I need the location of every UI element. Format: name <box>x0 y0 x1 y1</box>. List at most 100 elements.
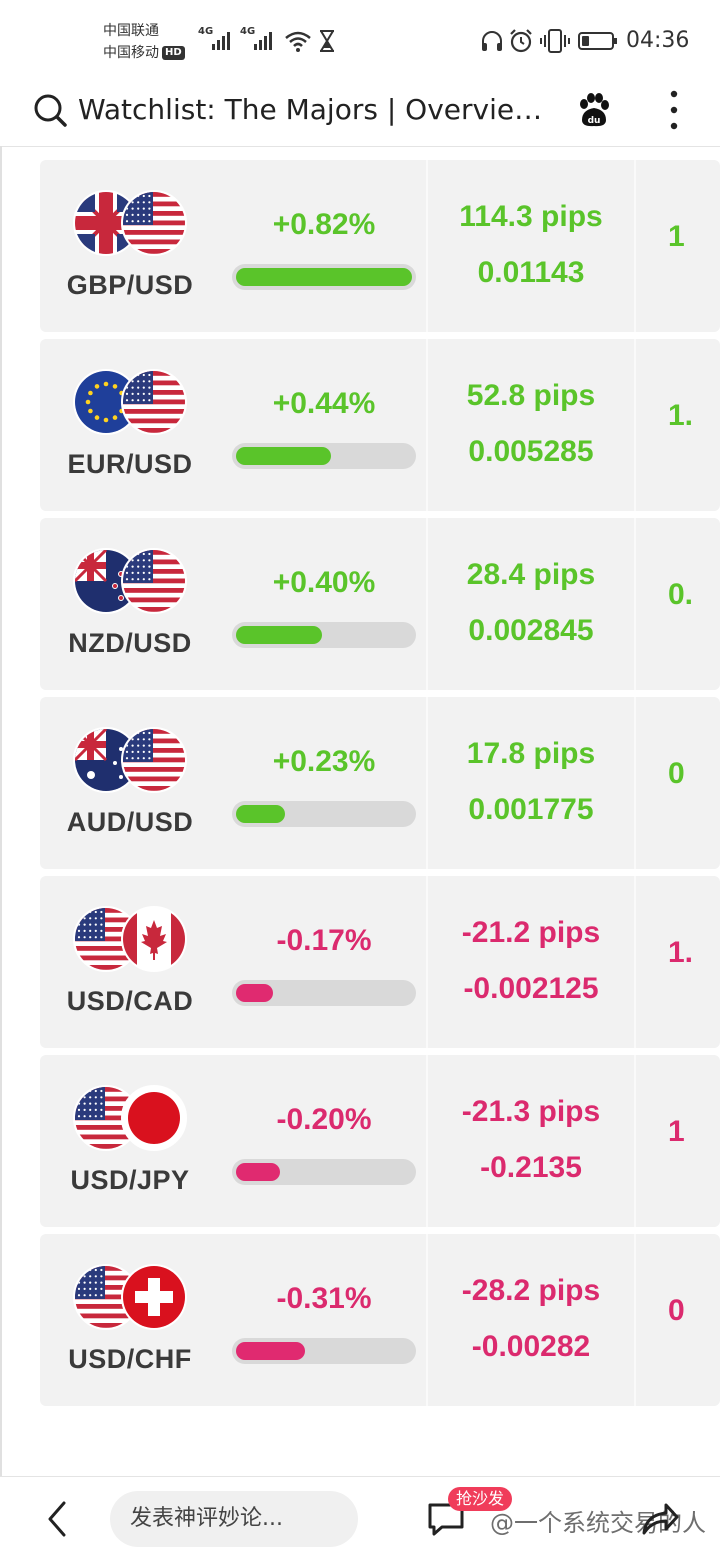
decimal-change: -0.002125 <box>463 972 599 1005</box>
currency-pair: USD/CAD <box>66 986 194 1016</box>
ca-flag-icon <box>121 906 187 972</box>
us-flag-icon <box>121 369 187 435</box>
table-row[interactable]: USD/CHF -0.31% -28.2 pips -0.00282 0 <box>40 1234 720 1406</box>
clipped-value: 1. <box>668 936 694 969</box>
share-icon[interactable] <box>640 1499 680 1539</box>
network-type-1: 4G <box>198 26 214 37</box>
pips-value: 114.3 pips <box>459 200 603 233</box>
currency-pair: USD/JPY <box>70 1165 190 1195</box>
us-flag-icon <box>121 548 187 614</box>
clipped-value: 0. <box>668 578 694 611</box>
hourglass-icon <box>320 30 334 52</box>
clipped-value: 1 <box>668 1115 685 1148</box>
vibrate-icon <box>540 29 570 53</box>
network-type-2: 4G <box>240 26 256 37</box>
currency-flags <box>73 190 193 256</box>
percent-change: +0.23% <box>272 745 376 778</box>
clipped-value: 1 <box>668 220 685 253</box>
table-row[interactable]: NZD/USD +0.40% 28.4 pips 0.002845 0. <box>40 518 720 690</box>
wifi-icon <box>285 31 311 52</box>
currency-pair: AUD/USD <box>66 807 194 837</box>
decimal-change: -0.00282 <box>471 1330 591 1363</box>
title-bar: Watchlist: The Majors | Overvie… du <box>0 80 720 147</box>
table-row[interactable]: GBP/USD +0.82% 114.3 pips 0.01143 1 <box>40 160 720 332</box>
currency-flags <box>73 369 193 435</box>
pips-cell: -28.2 pips -0.00282 <box>426 1234 636 1406</box>
percent-change: -0.31% <box>276 1282 372 1315</box>
percent-change: +0.82% <box>272 208 376 241</box>
change-bar-fill <box>236 984 273 1002</box>
change-bar <box>232 801 416 827</box>
pips-cell: -21.3 pips -0.2135 <box>426 1055 636 1227</box>
bottom-bar: 发表神评妙论... 抢沙发 @一个系统交易的人 <box>0 1476 720 1561</box>
change-bar-fill <box>236 1342 305 1360</box>
us-flag-icon <box>121 727 187 793</box>
table-row[interactable]: USD/JPY -0.20% -21.3 pips -0.2135 1 <box>40 1055 720 1227</box>
percent-change: +0.44% <box>272 387 376 420</box>
change-bar <box>232 1338 416 1364</box>
baidu-paw-icon[interactable]: du <box>574 90 614 130</box>
clipped-value: 0 <box>668 1294 685 1327</box>
pips-value: -28.2 pips <box>461 1274 601 1307</box>
status-bar: 中国联通 中国移动 HD 4G 4G 04:36 <box>0 0 720 80</box>
page-title[interactable]: Watchlist: The Majors | Overvie… <box>78 92 548 128</box>
battery-icon <box>578 32 617 50</box>
percent-change: -0.17% <box>276 924 372 957</box>
change-bar <box>232 1159 416 1185</box>
clipped-value: 0 <box>668 757 685 790</box>
watchlist-table[interactable]: GBP/USD +0.82% 114.3 pips 0.01143 1 EUR/… <box>0 146 720 1476</box>
currency-pair: NZD/USD <box>68 628 192 658</box>
pips-cell: 17.8 pips 0.001775 <box>426 697 636 869</box>
change-bar <box>232 264 416 290</box>
table-row[interactable]: AUD/USD +0.23% 17.8 pips 0.001775 0 <box>40 697 720 869</box>
change-bar-fill <box>236 626 323 644</box>
more-vertical-icon[interactable] <box>664 88 684 132</box>
decimal-change: 0.001775 <box>468 793 594 826</box>
alarm-icon <box>510 29 532 53</box>
headphones-icon <box>482 31 502 51</box>
svg-text:du: du <box>588 116 601 126</box>
currency-flags <box>73 906 193 972</box>
signal-icon <box>254 30 272 50</box>
decimal-change: 0.002845 <box>468 614 594 647</box>
clock: 04:36 <box>626 28 690 53</box>
decimal-change: 0.005285 <box>468 435 594 468</box>
change-bar-fill <box>236 805 286 823</box>
currency-pair: EUR/USD <box>67 449 193 479</box>
hd-badge: HD <box>162 46 185 60</box>
search-icon[interactable] <box>32 92 68 128</box>
pips-value: 52.8 pips <box>466 379 596 412</box>
change-bar-fill <box>236 447 331 465</box>
pips-value: -21.3 pips <box>461 1095 601 1128</box>
currency-flags <box>73 1264 193 1330</box>
back-icon[interactable] <box>42 1499 72 1539</box>
pips-cell: 52.8 pips 0.005285 <box>426 339 636 511</box>
percent-change: +0.40% <box>272 566 376 599</box>
currency-pair: GBP/USD <box>66 270 194 300</box>
table-row[interactable]: USD/CAD -0.17% -21.2 pips -0.002125 1. <box>40 876 720 1048</box>
change-bar-fill <box>236 1163 280 1181</box>
carrier-2: 中国移动 <box>103 45 159 61</box>
table-row[interactable]: EUR/USD +0.44% 52.8 pips 0.005285 1. <box>40 339 720 511</box>
currency-flags <box>73 1085 193 1151</box>
carrier-info: 中国联通 中国移动 HD <box>103 20 185 64</box>
change-bar <box>232 980 416 1006</box>
carrier-1: 中国联通 <box>103 23 159 39</box>
change-bar-fill <box>236 268 412 286</box>
change-bar <box>232 622 416 648</box>
decimal-change: 0.01143 <box>477 256 585 289</box>
pips-cell: 28.4 pips 0.002845 <box>426 518 636 690</box>
change-bar <box>232 443 416 469</box>
pips-value: 17.8 pips <box>466 737 596 770</box>
us-flag-icon <box>121 190 187 256</box>
percent-change: -0.20% <box>276 1103 372 1136</box>
currency-flags <box>73 548 193 614</box>
currency-flags <box>73 727 193 793</box>
ch-flag-icon <box>121 1264 187 1330</box>
pips-value: 28.4 pips <box>466 558 596 591</box>
clipped-value: 1. <box>668 399 694 432</box>
comment-input[interactable]: 发表神评妙论... <box>110 1491 358 1547</box>
pips-cell: -21.2 pips -0.002125 <box>426 876 636 1048</box>
pips-value: -21.2 pips <box>461 916 601 949</box>
decimal-change: -0.2135 <box>480 1151 582 1184</box>
